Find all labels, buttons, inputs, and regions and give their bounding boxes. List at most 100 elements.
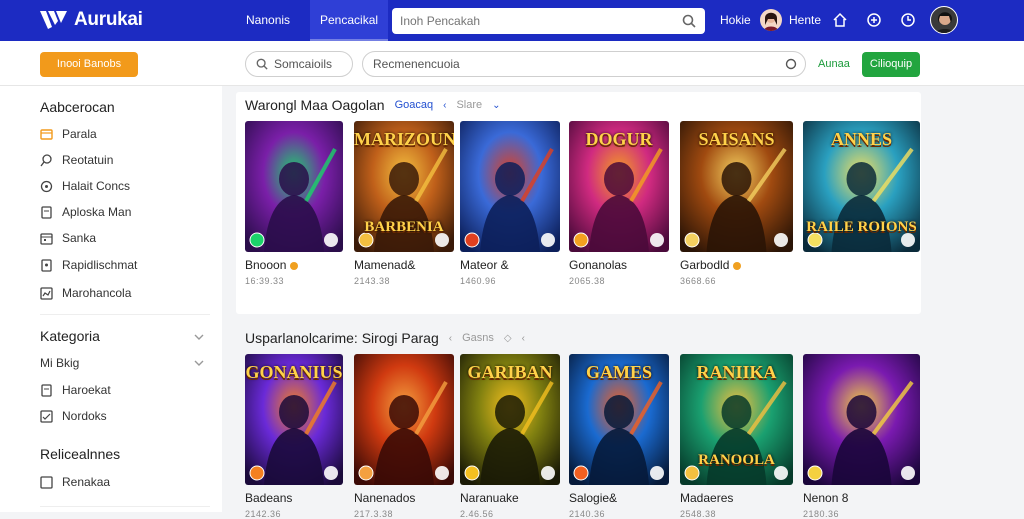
calendar-icon xyxy=(40,232,53,245)
section-header: Usparlanolcarime: Sirogi Parag ‹ Gasns ◇… xyxy=(245,330,525,346)
game-card[interactable]: GARIBAN xyxy=(460,354,560,485)
app-logo[interactable]: Aurukai xyxy=(40,9,143,31)
green-link[interactable]: Aunaa xyxy=(818,58,850,70)
filter-placeholder: Somcaioils xyxy=(274,57,333,71)
game-title[interactable]: Salogie& xyxy=(569,491,617,505)
chevron-down-icon[interactable] xyxy=(194,332,204,342)
sidebar-item[interactable]: Halait Concs xyxy=(40,179,130,193)
game-card[interactable]: RANIIKA RANOOLA xyxy=(680,354,793,485)
tab-active[interactable]: Goacaq xyxy=(395,99,434,111)
game-art-subtitle: RANOOLA xyxy=(698,452,775,468)
user-avatar[interactable] xyxy=(930,6,958,34)
sidebar-item-label: Aploska Man xyxy=(62,205,132,219)
avatar-small[interactable] xyxy=(760,9,782,31)
top-search-input[interactable] xyxy=(400,14,670,28)
tab-inactive[interactable]: Slare xyxy=(456,99,482,111)
sidebar-section-title: Relicealnnes xyxy=(40,446,121,462)
game-card[interactable]: GAMES xyxy=(569,354,669,485)
checkbox-icon xyxy=(40,409,53,423)
chevron-down-icon[interactable] xyxy=(194,358,204,368)
green-action-button[interactable]: Cilioquip xyxy=(862,52,920,77)
sidebar-item[interactable]: Sanka xyxy=(40,231,96,245)
sidebar-item-label: Halait Concs xyxy=(62,179,131,193)
game-card[interactable]: SAISANS xyxy=(680,121,793,252)
game-card[interactable] xyxy=(803,354,920,485)
game-card[interactable] xyxy=(460,121,560,252)
sidebar-section-title: Kategoria xyxy=(40,328,100,344)
divider xyxy=(40,314,210,315)
nav-link-1[interactable]: Nanonis xyxy=(246,0,290,41)
sidebar-item[interactable]: Parala xyxy=(40,127,97,141)
sidebar-item[interactable]: Mi Bkig xyxy=(40,356,79,370)
main-search-field[interactable]: Recmenencuoia xyxy=(362,51,806,77)
sidebar-item[interactable]: Renakaa xyxy=(40,475,110,489)
main-content: Warongl Maa Oagolan Goacaq ‹ Slare ⌄ Bno… xyxy=(230,86,1024,519)
game-cover-art xyxy=(803,354,920,485)
game-art-title: SAISANS xyxy=(698,129,775,149)
sidebar-item[interactable]: Haroekat xyxy=(40,383,111,397)
game-art-title: DOGUR xyxy=(585,129,653,149)
game-title[interactable]: Naranuake xyxy=(460,491,519,505)
game-card[interactable]: MARIZOUN BARBENIA xyxy=(354,121,454,252)
plus-circle-icon[interactable] xyxy=(866,12,882,28)
game-meta: 3668.66 xyxy=(680,276,717,286)
primary-action-button[interactable]: Inooi Banobs xyxy=(40,52,138,77)
game-card[interactable]: ANNES RAILE ROIONS xyxy=(803,121,920,252)
game-title[interactable]: Gonanolas xyxy=(569,258,627,272)
game-art-title: ANNES xyxy=(830,129,892,149)
diamond-icon[interactable]: ◇ xyxy=(504,333,512,344)
game-title[interactable]: Mateor & xyxy=(460,258,509,272)
game-art-title: GAMES xyxy=(585,362,652,382)
game-title[interactable]: Bnooon xyxy=(245,258,299,272)
clock-icon[interactable] xyxy=(900,12,916,28)
circle-icon xyxy=(40,180,53,192)
sidebar-item[interactable]: Nordoks xyxy=(40,409,107,423)
tab-inactive[interactable]: Gasns xyxy=(462,332,494,344)
game-card[interactable] xyxy=(245,121,343,252)
game-title[interactable]: Mamenad& xyxy=(354,258,415,272)
search-icon xyxy=(40,153,52,166)
game-card[interactable]: DOGUR xyxy=(569,121,669,252)
chevron-icon[interactable]: ‹ xyxy=(443,100,446,111)
coin-icon xyxy=(290,261,299,270)
game-art-title: GONANIUS xyxy=(245,362,343,382)
game-art-title: MARIZOUN xyxy=(354,129,454,149)
game-art-subtitle: RAILE ROIONS xyxy=(806,219,917,235)
sidebar-item[interactable]: Rapidlischmat xyxy=(40,258,137,272)
nav-right-link-1[interactable]: Hokie xyxy=(720,0,751,41)
chevron-icon[interactable]: ‹ xyxy=(449,333,452,344)
logo-icon xyxy=(40,11,67,29)
chevron-icon[interactable]: ‹ xyxy=(522,333,525,344)
chevron-down-icon[interactable]: ⌄ xyxy=(492,100,500,111)
filter-search-field[interactable]: Somcaioils xyxy=(245,51,353,77)
top-search-box[interactable] xyxy=(392,8,705,34)
game-cover-art xyxy=(245,121,343,252)
app-name: Aurukai xyxy=(74,9,143,30)
game-art-subtitle: BARBENIA xyxy=(364,219,444,235)
sidebar-item[interactable]: Aploska Man xyxy=(40,205,131,219)
sidebar-item[interactable]: Marohancola xyxy=(40,286,131,300)
game-title[interactable]: Nenon 8 xyxy=(803,491,848,505)
game-title[interactable]: Madaeres xyxy=(680,491,733,505)
search-icon[interactable] xyxy=(682,14,696,28)
toolbar: Inooi Banobs Somcaioils Recmenencuoia Au… xyxy=(0,41,1024,86)
game-card[interactable]: GONANIUS xyxy=(245,354,343,485)
circle-icon[interactable] xyxy=(785,58,797,70)
nav-link-2[interactable]: Pencacikal xyxy=(310,0,389,41)
nav-right-link-2[interactable]: Hente xyxy=(789,0,821,41)
sidebar: Aabcerocan Parala Reotatuin Halait Concs… xyxy=(0,86,222,512)
sidebar-item-label: Renakaa xyxy=(62,475,111,489)
game-title[interactable]: Badeans xyxy=(245,491,292,505)
top-navbar: Aurukai Nanonis Pencacikal Hokie Hente xyxy=(0,0,1024,41)
game-title[interactable]: Garbodld xyxy=(680,258,742,272)
game-card[interactable] xyxy=(354,354,454,485)
home-icon[interactable] xyxy=(832,12,848,28)
game-meta: 16:39.33 xyxy=(245,276,285,286)
sidebar-item-label: Sanka xyxy=(62,231,97,245)
main-search-placeholder: Recmenencuoia xyxy=(373,57,460,71)
game-title[interactable]: Nanenados xyxy=(354,491,415,505)
sidebar-item[interactable]: Reotatuin xyxy=(40,153,113,167)
card-icon xyxy=(41,258,52,272)
game-meta: 217.3.38 xyxy=(354,509,394,519)
folder-icon xyxy=(40,128,53,140)
